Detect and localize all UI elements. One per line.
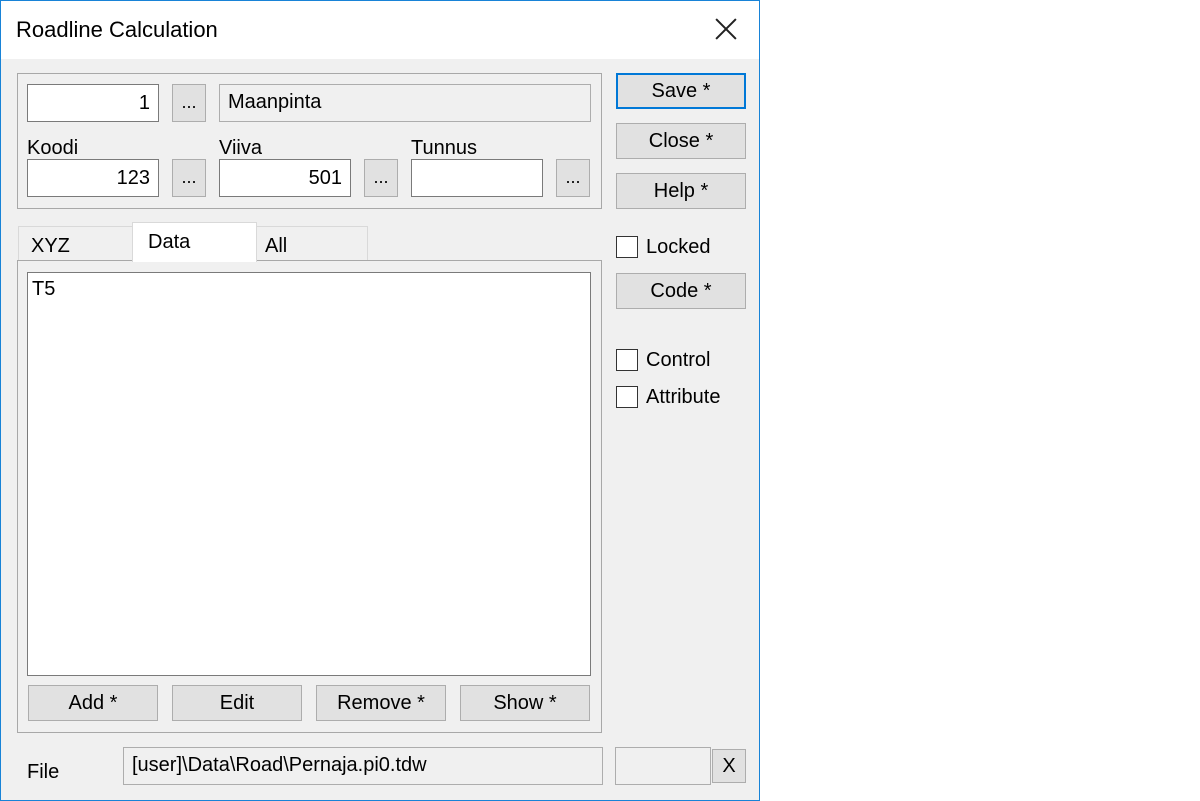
control-label: Control — [646, 348, 711, 371]
tab-data[interactable]: Data — [132, 222, 257, 262]
locked-label: Locked — [646, 235, 711, 258]
name-display: Maanpinta — [219, 84, 591, 122]
viiva-label: Viiva — [219, 137, 262, 159]
clear-file-button[interactable]: X — [712, 749, 746, 783]
tunnus-label: Tunnus — [411, 137, 477, 159]
data-list[interactable]: T5 — [27, 272, 591, 676]
code-button[interactable]: Code * — [616, 273, 746, 309]
tunnus-field[interactable] — [411, 159, 543, 197]
koodi-label: Koodi — [27, 137, 79, 159]
viiva-field[interactable]: 501 — [219, 159, 351, 197]
show-button[interactable]: Show * — [460, 685, 590, 721]
add-button[interactable]: Add * — [28, 685, 158, 721]
attribute-checkbox-box[interactable] — [616, 386, 638, 408]
attribute-label: Attribute — [646, 385, 721, 408]
control-checkbox[interactable]: Control — [616, 347, 710, 373]
window-title: Roadline Calculation — [16, 17, 218, 42]
control-checkbox-box[interactable] — [616, 349, 638, 371]
file-label: File — [27, 761, 60, 783]
close-button[interactable]: Close * — [616, 123, 746, 159]
edit-button[interactable]: Edit — [172, 685, 302, 721]
koodi-field[interactable]: 123 — [27, 159, 159, 197]
tab-all[interactable]: All — [256, 226, 368, 261]
file-path-field[interactable]: [user]\Data\Road\Pernaja.pi0.tdw — [123, 747, 603, 785]
number-browse-button[interactable]: ... — [172, 84, 206, 122]
attribute-checkbox[interactable]: Attribute — [616, 384, 720, 410]
koodi-browse-button[interactable]: ... — [172, 159, 206, 197]
number-field[interactable]: 1 — [27, 84, 159, 122]
remove-button[interactable]: Remove * — [316, 685, 446, 721]
locked-checkbox[interactable]: Locked — [616, 234, 711, 260]
viiva-browse-button[interactable]: ... — [364, 159, 398, 197]
tunnus-browse-button[interactable]: ... — [556, 159, 590, 197]
title-bar: Roadline Calculation — [1, 1, 759, 59]
save-button[interactable]: Save * — [616, 73, 746, 109]
roadline-calculation-dialog: Roadline Calculation 1 ... Maanpinta Koo… — [0, 0, 760, 801]
list-item[interactable]: T5 — [32, 277, 586, 301]
file-extra-field[interactable] — [615, 747, 711, 785]
locked-checkbox-box[interactable] — [616, 236, 638, 258]
help-button[interactable]: Help * — [616, 173, 746, 209]
tab-xyz[interactable]: XYZ — [18, 226, 134, 261]
close-window-icon[interactable] — [710, 13, 742, 45]
